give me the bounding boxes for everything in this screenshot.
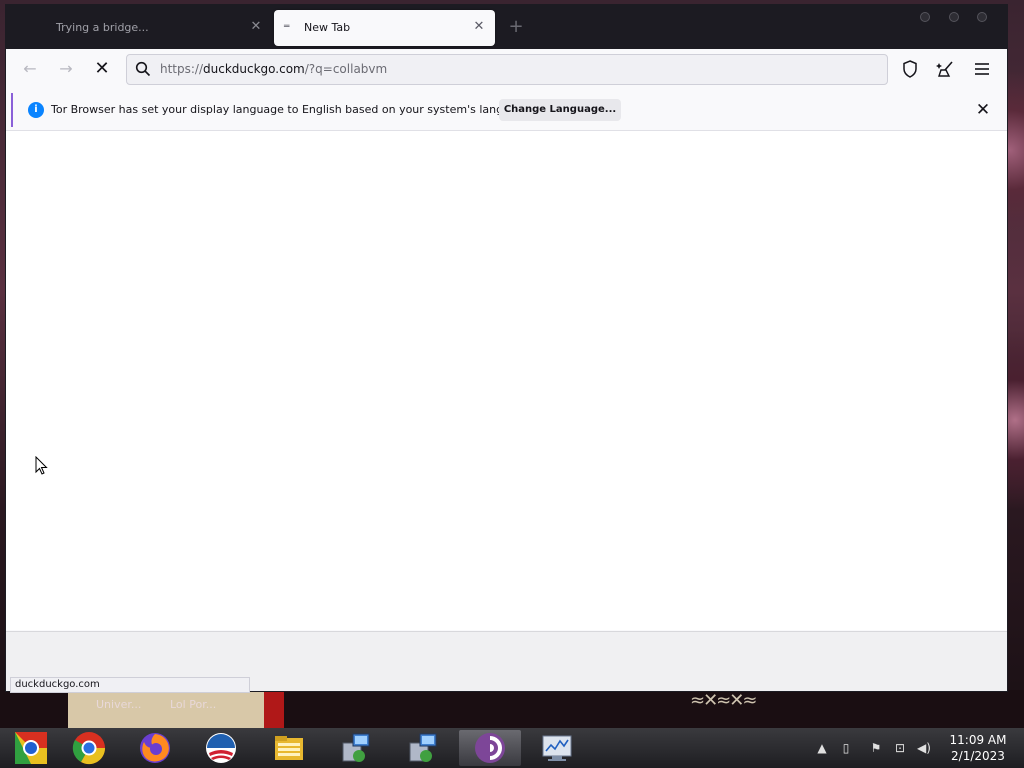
url-host: duckduckgo.com <box>203 62 305 76</box>
new-identity-broom-icon[interactable] <box>936 59 956 79</box>
minimize-button[interactable] <box>920 12 930 22</box>
volume-icon[interactable]: ◀) <box>916 740 932 756</box>
taskbar-app-tor-browser[interactable] <box>459 730 521 766</box>
chrome-legacy-icon <box>15 732 47 764</box>
url-bar[interactable]: https://duckduckgo.com/?q=collabvm <box>126 54 888 85</box>
close-icon[interactable]: ✕ <box>248 19 264 35</box>
url-prefix: https:// <box>160 62 204 76</box>
taskbar-app-firefox[interactable] <box>124 730 186 766</box>
navigation-toolbar: ← → ✕ https://duckduckgo.com/?q=collabvm <box>6 49 1007 89</box>
clock-time: 11:09 AM <box>949 733 1007 747</box>
taskbar-app-installer-2[interactable] <box>392 730 454 766</box>
file-explorer-icon <box>275 736 303 760</box>
taskbar-app-obama-logo[interactable] <box>190 730 252 766</box>
language-notification-bar: i Tor Browser has set your display langu… <box>11 93 1003 127</box>
desktop-icon-label[interactable]: Univer... <box>96 698 141 711</box>
performance-monitor-icon <box>542 735 572 761</box>
menu-hamburger-icon[interactable] <box>972 59 992 79</box>
tab-title: Trying a bridge... <box>56 21 149 34</box>
network-installer-icon <box>342 733 370 762</box>
forward-arrow-icon[interactable]: → <box>54 57 78 81</box>
notification-message: Tor Browser has set your display languag… <box>51 103 535 116</box>
browser-window: Trying a bridge... ✕ ═ New Tab ✕ + ← → ✕… <box>5 4 1008 693</box>
network-installer-icon <box>409 733 437 762</box>
close-window-button[interactable] <box>977 12 987 22</box>
tab-strip: Trying a bridge... ✕ ═ New Tab ✕ + <box>6 5 1007 49</box>
shield-icon[interactable] <box>900 59 920 79</box>
tor-browser-icon <box>475 733 505 763</box>
stop-loading-icon[interactable]: ✕ <box>90 57 114 81</box>
action-center-icon[interactable]: ▯ <box>838 740 854 756</box>
url-text: https://duckduckgo.com/?q=collabvm <box>160 62 387 76</box>
taskbar-app-chrome[interactable] <box>58 730 120 766</box>
network-icon[interactable]: ⊡ <box>892 740 908 756</box>
search-icon <box>135 61 151 77</box>
taskbar-app-file-explorer[interactable] <box>258 730 320 766</box>
system-clock[interactable]: 11:09 AM 2/1/2023 <box>942 732 1014 764</box>
desktop-ornament: ≈✕≈✕≈ <box>690 690 757 711</box>
desktop-red-bar <box>264 690 284 728</box>
flag-icon[interactable]: ⚑ <box>868 740 884 756</box>
taskbar-app-performance-monitor[interactable] <box>526 730 588 766</box>
firefox-icon <box>140 733 170 763</box>
maximize-button[interactable] <box>949 12 959 22</box>
chrome-icon <box>72 732 106 765</box>
obama-logo-icon <box>206 733 236 763</box>
tab-trying-bridge[interactable]: Trying a bridge... ✕ <box>16 10 272 46</box>
clock-date: 2/1/2023 <box>951 749 1005 763</box>
url-path: /?q=collabvm <box>304 62 388 76</box>
back-arrow-icon[interactable]: ← <box>18 57 42 81</box>
page-content <box>6 130 1007 630</box>
info-icon: i <box>28 102 44 118</box>
taskbar-app-installer-1[interactable] <box>325 730 387 766</box>
close-icon[interactable]: ✕ <box>973 100 993 120</box>
taskbar: ▲ ▯ ⚑ ⊡ ◀) 11:09 AM 2/1/2023 <box>0 728 1024 768</box>
tab-new-tab[interactable]: ═ New Tab ✕ <box>274 10 495 46</box>
tab-title: New Tab <box>304 21 351 34</box>
show-hidden-icons-icon[interactable]: ▲ <box>814 740 830 756</box>
desktop-icon-label[interactable]: Lol Por... <box>170 698 216 711</box>
status-bar: duckduckgo.com <box>10 677 250 693</box>
change-language-button[interactable]: Change Language... <box>499 99 621 121</box>
close-icon[interactable]: ✕ <box>471 19 487 35</box>
new-tab-button[interactable]: + <box>506 17 526 37</box>
mouse-cursor-icon <box>35 456 48 475</box>
favicon-icon: ═ <box>284 22 290 32</box>
taskbar-app-chrome-legacy[interactable] <box>0 730 62 766</box>
